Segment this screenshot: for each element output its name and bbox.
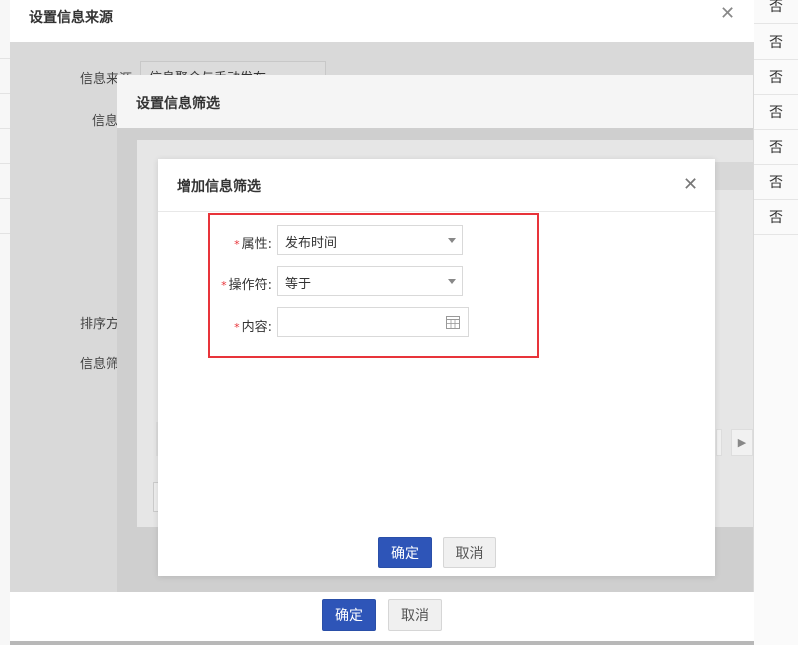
- pager-prev-button[interactable]: [716, 429, 722, 456]
- filter-table-header: [715, 162, 753, 190]
- add-filter-dialog-title: 增加信息筛选: [177, 179, 261, 195]
- table-cell: 否: [754, 24, 798, 60]
- table-cell: 否: [754, 59, 798, 95]
- background-row-divider: [0, 163, 10, 164]
- background-row-divider: [0, 233, 10, 234]
- table-cell: 否: [754, 94, 798, 130]
- dialog-divider: [158, 211, 715, 212]
- background-table-column: 否 否 否 否 否 否 否: [754, 0, 798, 645]
- table-cell: 否: [754, 164, 798, 200]
- background-row-divider: [0, 93, 10, 94]
- highlight-box: [208, 213, 539, 358]
- source-cancel-button[interactable]: 取消: [388, 599, 442, 631]
- background-row-divider: [0, 198, 10, 199]
- close-icon[interactable]: ✕: [720, 3, 735, 24]
- chevron-right-icon: ▶: [737, 436, 747, 449]
- add-filter-cancel-button[interactable]: 取消: [443, 537, 496, 568]
- table-cell: 否: [754, 0, 798, 24]
- info-filter-label: 信息筛: [80, 357, 120, 372]
- source-settings-dialog-header: [10, 0, 754, 42]
- close-icon[interactable]: ✕: [683, 174, 698, 195]
- add-filter-confirm-button[interactable]: 确定: [378, 537, 432, 568]
- background-row-divider: [0, 58, 10, 59]
- filter-label: 信息: [92, 114, 119, 129]
- table-cell: 否: [754, 199, 798, 235]
- source-settings-dialog-footer: [10, 592, 754, 641]
- source-settings-dialog-title: 设置信息来源: [29, 10, 113, 26]
- filter-settings-dialog-title: 设置信息筛选: [136, 96, 220, 112]
- source-confirm-button[interactable]: 确定: [322, 599, 376, 631]
- table-cell: 否: [754, 129, 798, 165]
- sort-label: 排序方: [80, 317, 120, 332]
- background-page-left: [0, 0, 10, 645]
- pager-next-button[interactable]: ▶: [731, 429, 753, 456]
- background-row-divider: [0, 128, 10, 129]
